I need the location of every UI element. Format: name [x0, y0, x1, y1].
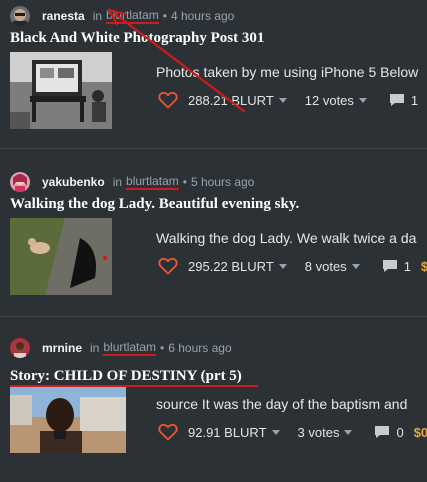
divider: [0, 148, 427, 149]
in-label: in: [112, 175, 123, 189]
post-card: ranesta in blurtlatam • 4 hours ago Blac…: [0, 0, 427, 150]
comments-count[interactable]: 1: [411, 93, 418, 108]
separator-dot: •: [182, 175, 187, 189]
votes-count[interactable]: 3 votes: [298, 425, 340, 440]
post-footer: 92.91 BLURT 3 votes 0 $0: [158, 422, 427, 442]
community-link[interactable]: blurtlatam: [103, 340, 157, 356]
comments-count[interactable]: 0: [396, 425, 403, 440]
post-header: mrnine in blurtlatam • 6 hours ago: [10, 338, 232, 358]
comment-icon[interactable]: [389, 93, 405, 107]
post-card: mrnine in blurtlatam • 6 hours ago Story…: [0, 332, 427, 482]
post-time[interactable]: 6 hours ago: [168, 341, 231, 355]
post-thumbnail[interactable]: [10, 218, 112, 295]
divider: [0, 316, 427, 317]
caret-down-icon[interactable]: [351, 263, 360, 269]
post-footer: 295.22 BLURT 8 votes 1 $: [158, 256, 427, 276]
caret-down-icon[interactable]: [358, 97, 367, 103]
post-summary[interactable]: source It was the day of the baptism and: [156, 396, 407, 412]
payout-value[interactable]: 92.91 BLURT: [188, 425, 267, 440]
caret-down-icon[interactable]: [278, 263, 287, 269]
post-time[interactable]: 5 hours ago: [191, 175, 254, 189]
in-label: in: [90, 341, 100, 355]
post-title[interactable]: Walking the dog Lady. Beautiful evening …: [10, 196, 299, 213]
post-card: yakubenko in blurtlatam • 5 hours ago Wa…: [0, 166, 427, 316]
comments-count[interactable]: 1: [404, 259, 411, 274]
avatar[interactable]: [10, 172, 30, 192]
payout-value[interactable]: 295.22 BLURT: [188, 259, 274, 274]
author-link[interactable]: yakubenko: [42, 175, 105, 189]
post-thumbnail[interactable]: [10, 387, 126, 453]
caret-down-icon[interactable]: [271, 429, 280, 435]
post-summary[interactable]: Walking the dog Lady. We walk twice a da: [156, 230, 416, 246]
caret-down-icon[interactable]: [278, 97, 287, 103]
author-link[interactable]: mrnine: [42, 341, 82, 355]
comment-icon[interactable]: [374, 425, 390, 439]
pending-payout[interactable]: $: [421, 259, 427, 274]
caret-down-icon[interactable]: [344, 429, 353, 435]
post-title-text[interactable]: Story: CHILD OF DESTINY (prt 5): [10, 368, 242, 384]
votes-count[interactable]: 12 votes: [305, 93, 354, 108]
avatar[interactable]: [10, 338, 30, 358]
post-header: yakubenko in blurtlatam • 5 hours ago: [10, 172, 254, 192]
avatar[interactable]: [10, 6, 30, 26]
comment-icon[interactable]: [382, 259, 398, 273]
annotation-arrow: [107, 8, 246, 113]
separator-dot: •: [160, 341, 165, 355]
heart-icon[interactable]: [158, 423, 178, 441]
heart-icon[interactable]: [158, 257, 178, 275]
post-title[interactable]: Story: CHILD OF DESTINY (prt 5): [10, 368, 242, 385]
annotation-underline: [10, 385, 258, 387]
community-link[interactable]: blurtlatam: [126, 174, 179, 190]
author-link[interactable]: ranesta: [42, 9, 85, 23]
pending-payout[interactable]: $0: [414, 425, 427, 440]
votes-count[interactable]: 8 votes: [305, 259, 347, 274]
